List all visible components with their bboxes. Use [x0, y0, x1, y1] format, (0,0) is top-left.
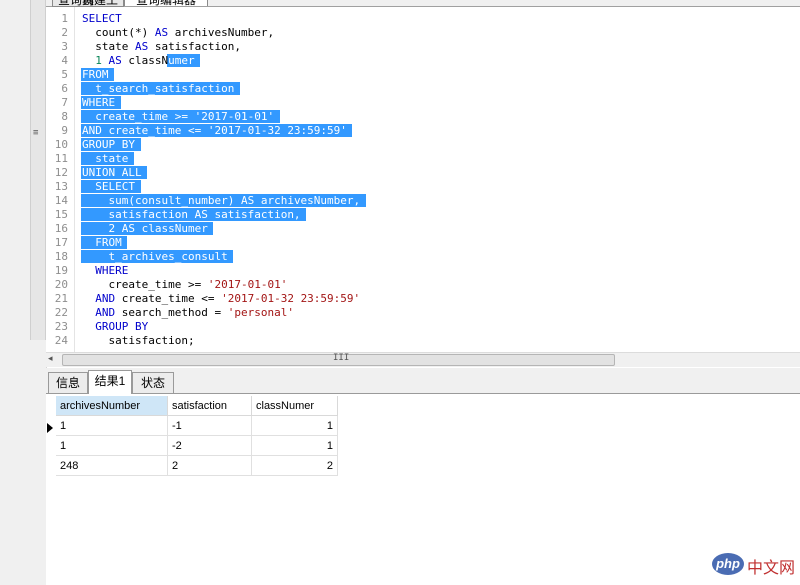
left-panel-strip	[0, 0, 47, 585]
grid-cell[interactable]: 248	[56, 456, 168, 476]
line-number: 10	[54, 138, 68, 151]
grid-cell[interactable]: -1	[168, 416, 252, 436]
code-line[interactable]: state	[82, 152, 128, 166]
code-line[interactable]: FROM	[82, 68, 109, 82]
code-line[interactable]: t_search_satisfaction	[82, 82, 234, 96]
grid-cell[interactable]: 2	[252, 456, 338, 476]
fold-margin	[74, 7, 75, 352]
code-line[interactable]: AND search_method = 'personal'	[82, 306, 294, 320]
tab-info[interactable]: 信息	[48, 372, 88, 393]
code-line[interactable]: AND create_time <= '2017-01-32 23:59:59'	[82, 124, 347, 138]
line-number: 13	[54, 180, 68, 193]
code-line[interactable]: SELECT	[82, 12, 122, 26]
line-number: 14	[54, 194, 68, 207]
code-line[interactable]: WHERE	[82, 264, 128, 278]
line-number: 18	[54, 250, 68, 263]
code-line[interactable]: UNION ALL	[82, 166, 142, 180]
line-number: 3	[61, 40, 68, 53]
php-cn-watermark: php 中文网	[712, 551, 798, 579]
scroll-left-arrow-icon[interactable]: ◂	[48, 353, 53, 364]
code-line[interactable]: create_time >= '2017-01-01'	[82, 110, 274, 124]
grid-cell[interactable]: 1	[252, 436, 338, 456]
watermark-text: 中文网	[747, 560, 796, 577]
tab-status[interactable]: 状态	[132, 372, 174, 393]
code-line[interactable]: sum(consult_number) AS archivesNumber,	[82, 194, 360, 208]
tab-query-builder[interactable]: 查询创建工具	[52, 0, 124, 7]
code-line[interactable]: satisfaction;	[82, 334, 194, 348]
column-header-satisfaction[interactable]: satisfaction	[168, 396, 252, 416]
line-number: 8	[61, 110, 68, 123]
code-line[interactable]: 1 AS classNumer	[82, 54, 194, 68]
grid-cell[interactable]: 2	[168, 456, 252, 476]
code-line[interactable]: t_archives_consult	[82, 250, 227, 264]
code-line[interactable]: GROUP BY	[82, 138, 135, 152]
grid-cell[interactable]: -2	[168, 436, 252, 456]
code-line[interactable]: 2 AS classNumer	[82, 222, 208, 236]
line-number: 4	[61, 54, 68, 67]
line-number: 16	[54, 222, 68, 235]
line-number: 23	[54, 320, 68, 333]
php-logo-icon: php	[712, 553, 744, 575]
line-number: 17	[54, 236, 68, 249]
line-number: 7	[61, 96, 68, 109]
sql-editor[interactable]: 1 2 3 4 5 6 7 8 9 10 11 12 13 14 15 16 17 18 19 20 21 22 23 24 …	[46, 7, 800, 352]
grid-cell[interactable]: 1	[56, 436, 168, 456]
line-number: 21	[54, 292, 68, 305]
line-number: 19	[54, 264, 68, 277]
line-number-gutter: 1 2 3 4 5 6 7 8 9 10 11 12 13 14 15 16 17 18 19 20 21 22 23 24	[46, 7, 68, 352]
line-number: 22	[54, 306, 68, 319]
code-line[interactable]: satisfaction AS satisfaction,	[82, 208, 300, 222]
code-line[interactable]: WHERE	[82, 96, 115, 110]
code-line[interactable]: AND create_time <= '2017-01-32 23:59:59'	[82, 292, 360, 306]
tab-query-editor[interactable]: 查询编辑器	[124, 0, 208, 6]
line-number: 15	[54, 208, 68, 221]
code-line[interactable]: GROUP BY	[82, 320, 148, 334]
code-line[interactable]: FROM	[82, 236, 122, 250]
code-line[interactable]: state AS satisfaction,	[82, 40, 241, 54]
current-row-indicator-icon	[47, 423, 53, 433]
column-header-classnumer[interactable]: classNumer	[252, 396, 338, 416]
line-number: 24	[54, 334, 68, 347]
line-number: 12	[54, 166, 68, 179]
line-number: 1	[61, 12, 68, 25]
code-line[interactable]: SELECT	[82, 180, 135, 194]
grid-cell[interactable]: 1	[252, 416, 338, 436]
grid-cell[interactable]: 1	[56, 416, 168, 436]
column-header-archivesnumber[interactable]: archivesNumber	[56, 396, 168, 416]
scrollbar-grip-icon: III	[333, 353, 350, 363]
code-line[interactable]: count(*) AS archivesNumber,	[82, 26, 274, 40]
line-number: 2	[61, 26, 68, 39]
line-number: 20	[54, 278, 68, 291]
code-line[interactable]: create_time >= '2017-01-01'	[82, 278, 287, 292]
splitter-grip-icon[interactable]: ≡	[33, 128, 38, 138]
line-number: 6	[61, 82, 68, 95]
line-number: 5	[61, 68, 68, 81]
line-number: 11	[54, 152, 68, 165]
tab-result1[interactable]: 结果1	[88, 370, 132, 394]
line-number: 9	[61, 124, 68, 137]
